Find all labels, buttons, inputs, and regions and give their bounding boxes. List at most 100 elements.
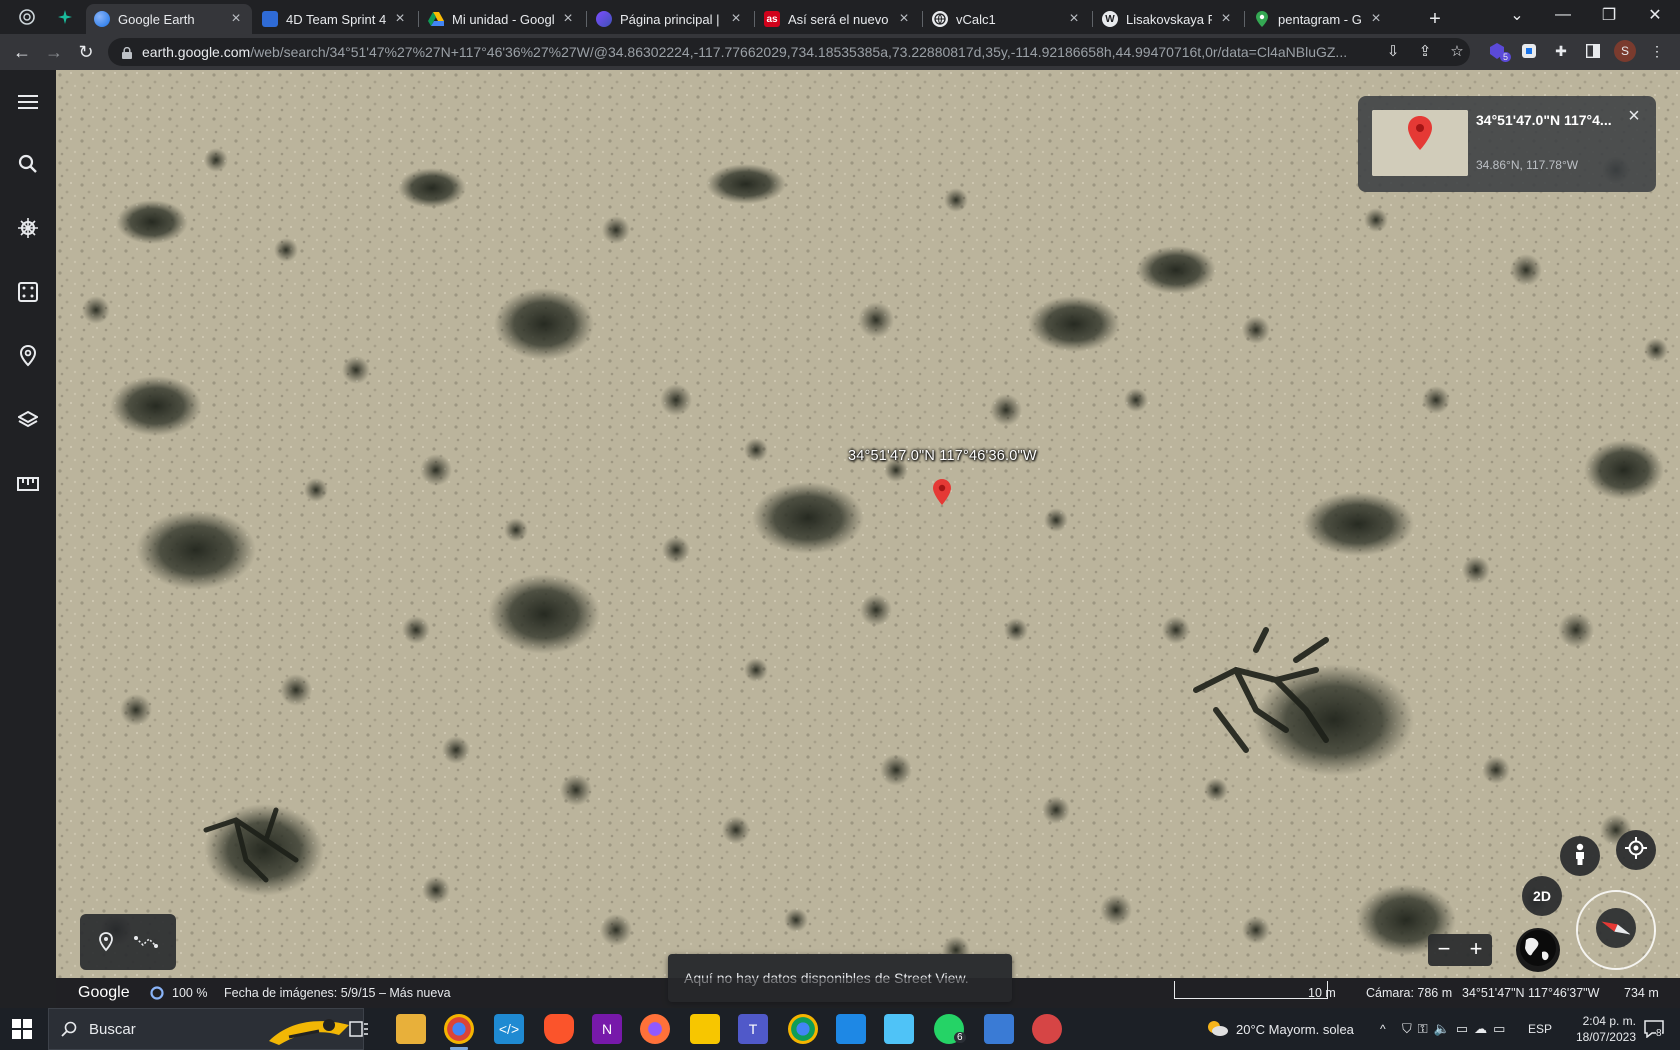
profile-avatar[interactable]: S [1614,40,1636,62]
chrome-icon[interactable] [444,1014,474,1044]
address-bar[interactable]: earth.google.com/web/search/34°51'47%27%… [108,38,1470,66]
tab-separator [1092,11,1093,27]
taskbar-search-box[interactable]: Buscar [48,1008,364,1050]
editor-app-icon[interactable] [884,1014,914,1044]
compass-button[interactable] [1576,890,1656,970]
input-language[interactable]: ESP [1528,1008,1552,1050]
firefox-icon[interactable] [640,1014,670,1044]
zoom-in-button[interactable]: + [1460,934,1492,966]
draw-path-icon[interactable] [134,934,158,955]
task-view-icon[interactable] [344,1014,374,1044]
side-panel-icon[interactable] [1582,40,1604,62]
onenote-icon[interactable]: N [592,1014,622,1044]
weather-widget[interactable]: 20°C Mayorm. solea [1206,1008,1354,1050]
close-icon: ✕ [1648,7,1662,24]
vscode-icon[interactable]: </> [494,1014,524,1044]
bookmark-star-icon[interactable]: ☆ [1448,43,1466,61]
tab-lisakovskaya[interactable]: W Lisakovskaya Penta × [1094,4,1242,34]
imagery-date[interactable]: Fecha de imágenes: 5/9/15 – Más nueva [224,986,451,1000]
back-button[interactable]: ← [8,38,36,66]
tab-vcalc[interactable]: vCalc1 × [924,4,1090,34]
browser-menu-icon[interactable]: ⋮ [1646,40,1668,62]
browser-toolbar: ← → ↻ earth.google.com/web/search/34°51'… [0,34,1680,70]
search-button[interactable] [16,154,40,178]
close-icon[interactable]: × [1368,11,1384,27]
tab-google-earth[interactable]: Google Earth × [86,4,252,34]
close-icon[interactable]: × [896,11,912,27]
voyager-button[interactable] [16,217,40,242]
tab-separator [922,11,923,27]
tab-as-news[interactable]: as Así será el nuevo fu × [756,4,920,34]
close-icon[interactable]: × [228,11,244,27]
system-tray-icons[interactable]: ⛉⚿🔈▭☁▭ [1402,1008,1511,1050]
zoom-out-button[interactable]: − [1428,934,1460,966]
sticky-notes-icon[interactable] [690,1014,720,1044]
tray-chevron-icon[interactable]: ^ [1380,1008,1386,1050]
location-info-card[interactable]: 34°51'47.0"N 117°4... 34.86°N, 117.78°W … [1358,96,1656,192]
close-window-button[interactable]: ✕ [1632,0,1678,30]
pinned-tab-perplexity[interactable] [48,4,82,34]
minimize-button[interactable]: — [1540,0,1586,30]
extensions-puzzle-icon[interactable]: ✚ [1550,40,1572,62]
reload-button[interactable]: ↻ [72,38,100,66]
lock-icon [122,46,132,59]
tab-pagina-principal[interactable]: Página principal | M × [588,4,752,34]
extension-box-icon[interactable] [1518,40,1540,62]
pegman-button[interactable] [1560,836,1600,876]
teams-icon[interactable]: T [738,1014,768,1044]
whatsapp-icon[interactable]: 6 [934,1014,966,1044]
measure-button[interactable] [16,474,40,498]
google-logo: Google [78,984,130,1001]
shield-app-icon[interactable] [836,1014,866,1044]
restore-button[interactable]: ❐ [1586,0,1632,30]
projects-button[interactable] [16,344,40,370]
placemark-label: 34°51'47.0"N 117°46'36.0"W [848,448,1037,464]
network-app-icon[interactable] [984,1014,1014,1044]
tab-4d-team-sprint[interactable]: 4D Team Sprint 48 × [254,4,416,34]
add-placemark-icon[interactable] [98,932,114,957]
close-icon[interactable]: × [560,11,576,27]
earth-map-viewport[interactable] [56,70,1680,978]
extension-shield-icon[interactable]: 5 [1486,40,1512,62]
file-explorer-icon[interactable] [396,1014,426,1044]
menu-button[interactable] [16,92,40,116]
search-placeholder: Buscar [89,1020,136,1038]
ruler-icon [17,476,39,496]
windows-start-icon[interactable] [12,1019,32,1044]
new-tab-button[interactable]: + [1420,4,1450,34]
close-icon[interactable]: × [392,11,408,27]
chrome-profile-icon[interactable] [788,1014,818,1044]
tab-pentagram-maps[interactable]: pentagram - Goog × [1246,4,1392,34]
tab-separator [586,11,587,27]
forward-button[interactable]: → [40,38,68,66]
crosshair-icon [1625,836,1647,864]
share-icon[interactable]: ⇪ [1416,43,1434,61]
tab-title: vCalc1 [956,11,996,27]
as-logo-icon: as [764,11,780,27]
clock[interactable]: 2:04 p. m. 18/07/2023 [1566,1008,1636,1050]
satellite-imagery [56,70,1680,978]
url-text: earth.google.com/web/search/34°51'47%27%… [142,44,1470,60]
toggle-2d-3d-button[interactable]: 2D [1522,876,1562,916]
feeling-lucky-button[interactable] [16,281,40,306]
my-location-button[interactable] [1616,830,1656,870]
pinned-tab-chatgpt[interactable] [10,4,44,34]
clock-date: 18/07/2023 [1575,1030,1636,1044]
cursor-coordinates: 34°51'47"N 117°46'37"W [1462,986,1600,1000]
reload-icon: ↻ [78,41,94,62]
install-app-icon[interactable]: ⇩ [1384,43,1402,61]
tab-title: Así será el nuevo fu [788,11,890,27]
info-card-close-icon[interactable]: × [1624,106,1644,126]
camera-altitude: Cámara: 786 m [1366,986,1453,1000]
close-icon[interactable]: × [1066,11,1082,27]
tab-search-button[interactable]: ⌄ [1494,0,1540,30]
placemark-pin-icon[interactable] [933,479,951,505]
snip-app-icon[interactable] [1032,1014,1062,1044]
globe-overview-button[interactable] [1516,928,1560,972]
close-icon[interactable]: × [728,11,744,27]
notifications-icon[interactable]: 8 [1644,1008,1664,1050]
brave-icon[interactable] [544,1014,574,1044]
map-style-button[interactable] [16,410,40,434]
close-icon[interactable]: × [1218,11,1234,27]
tab-mi-unidad[interactable]: Mi unidad - Googl × [420,4,584,34]
